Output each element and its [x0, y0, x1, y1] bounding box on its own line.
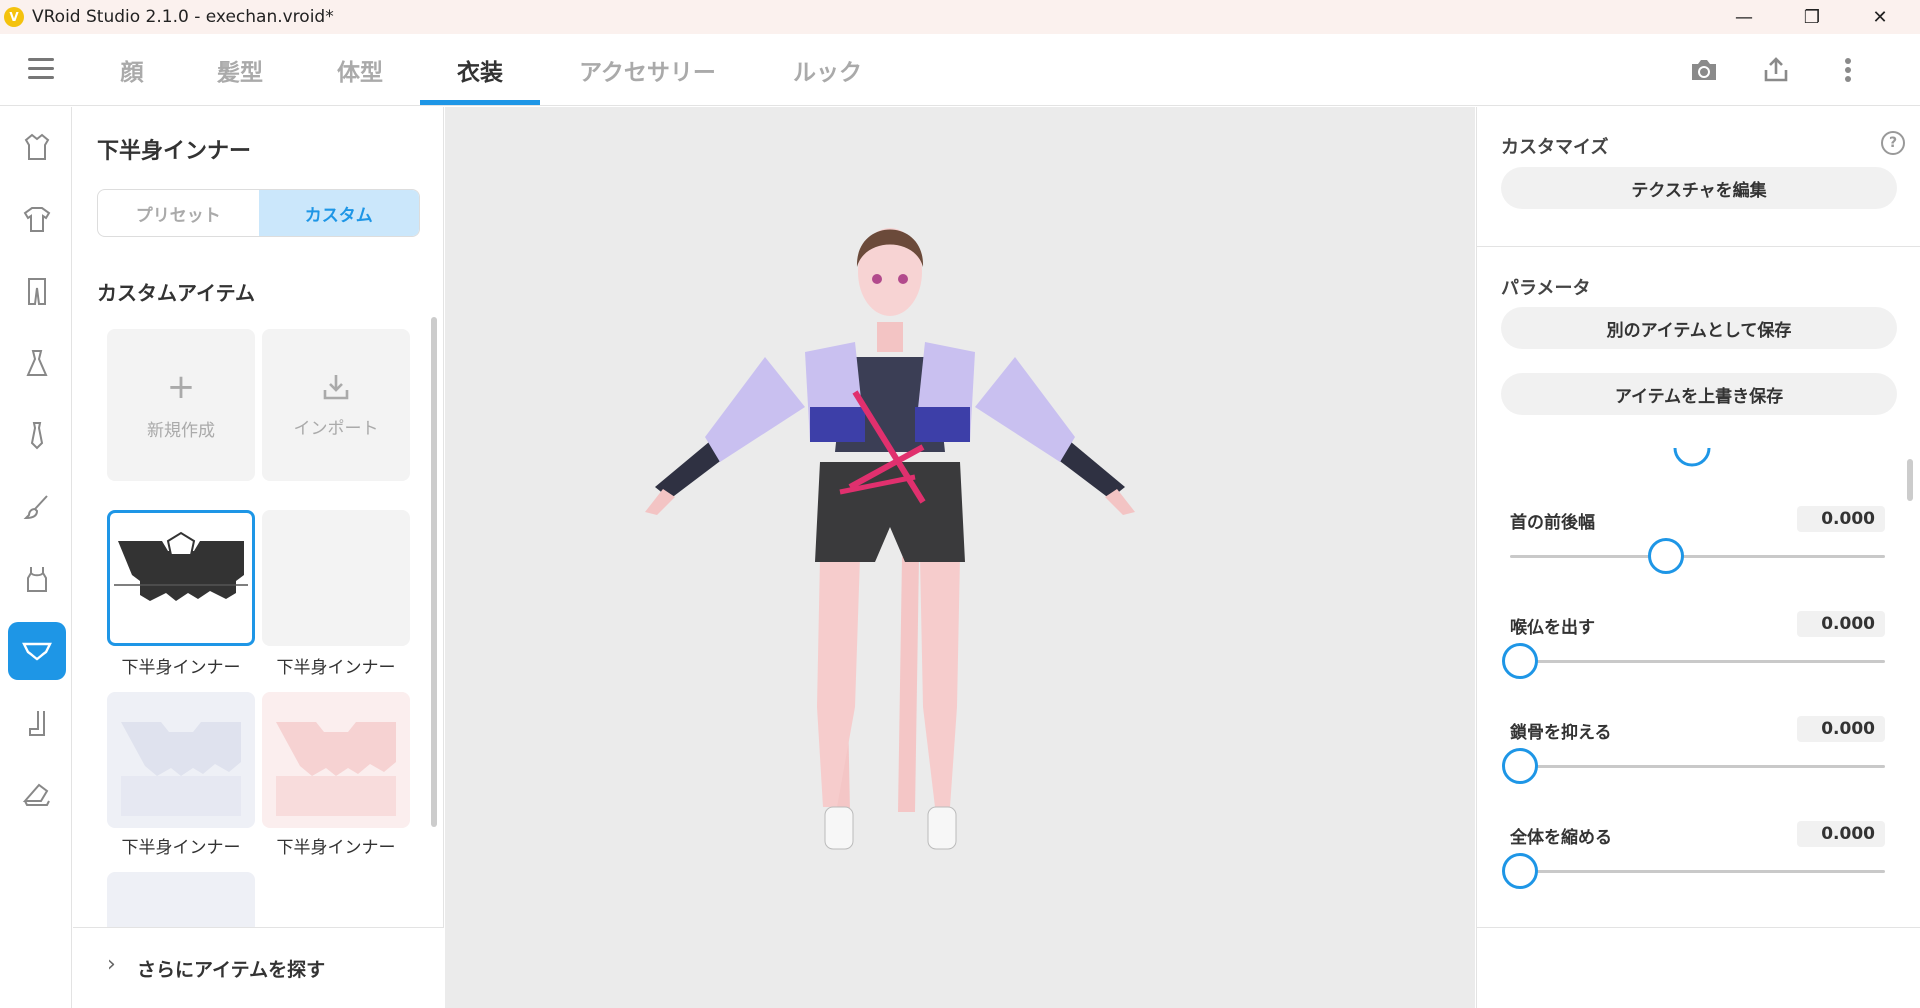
import-label: インポート: [293, 418, 379, 439]
custom-items-heading: カスタムアイテム: [97, 281, 255, 305]
texture-preview: [121, 722, 241, 816]
item-panel: 下半身インナー プリセット カスタム カスタムアイテム + 新規作成 インポート…: [73, 107, 444, 1008]
param-label: 鎖骨を抑える: [1510, 723, 1612, 743]
params-scrollbar[interactable]: [1907, 459, 1913, 501]
find-more-label: さらにアイテムを探す: [137, 959, 326, 981]
new-item-label: 新規作成: [147, 420, 215, 441]
app-logo-icon: V: [4, 7, 24, 27]
param-value[interactable]: 0.000: [1797, 821, 1885, 847]
tab-accessory[interactable]: アクセサリー: [565, 34, 730, 106]
download-icon: [323, 374, 349, 399]
param-value[interactable]: 0.000: [1797, 716, 1885, 742]
import-button[interactable]: インポート: [262, 329, 410, 481]
param-slider-knob[interactable]: [1647, 538, 1684, 574]
category-sidebar: [0, 107, 72, 1008]
close-button[interactable]: ✕: [1846, 0, 1914, 34]
title-bar: V VRoid Studio 2.1.0 - exechan.vroid* — …: [0, 0, 1920, 34]
preset-custom-toggle: プリセット カスタム: [97, 189, 420, 237]
maximize-button[interactable]: ❐: [1778, 0, 1846, 34]
save-as-new-item-button[interactable]: 別のアイテムとして保存: [1501, 307, 1897, 349]
param-slider-knob[interactable]: [1502, 643, 1538, 679]
necktie-icon[interactable]: [8, 406, 66, 464]
share-export-icon[interactable]: [1758, 52, 1794, 88]
panel-title: 下半身インナー: [97, 139, 252, 164]
item-list-scrollbar[interactable]: [431, 317, 437, 827]
item-label: 下半身インナー: [276, 838, 396, 858]
item-label: 下半身インナー: [121, 838, 241, 858]
dress-icon[interactable]: [8, 334, 66, 392]
find-more-items[interactable]: › さらにアイテムを探す: [73, 927, 444, 1008]
pants-icon[interactable]: [8, 262, 66, 320]
slider-knob-partial: [1673, 447, 1711, 467]
texture-preview: [276, 722, 396, 816]
param-value[interactable]: 0.000: [1797, 506, 1885, 532]
param-slider-knob[interactable]: [1502, 853, 1538, 889]
coat-icon[interactable]: [8, 118, 66, 176]
divider: [1477, 246, 1920, 247]
hamburger-menu-icon[interactable]: [28, 58, 54, 80]
item-thumbnail[interactable]: [262, 692, 410, 828]
tab-outfit[interactable]: 衣装: [420, 34, 540, 106]
minimize-button[interactable]: —: [1710, 0, 1778, 34]
param-slider-track[interactable]: [1510, 765, 1885, 768]
param-label: 喉仏を出す: [1510, 618, 1595, 638]
avatar-model: [645, 228, 1135, 850]
param-slider-track[interactable]: [1510, 660, 1885, 663]
active-tab-indicator: [420, 100, 540, 105]
param-slider-knob[interactable]: [1502, 748, 1538, 784]
customize-heading: カスタマイズ: [1501, 137, 1609, 158]
item-label: 下半身インナー: [121, 658, 241, 678]
texture-preview: [114, 531, 248, 601]
help-icon[interactable]: ?: [1881, 131, 1905, 155]
param-slider-track[interactable]: [1510, 870, 1885, 873]
edit-texture-button[interactable]: テクスチャを編集: [1501, 167, 1897, 209]
window-title: VRoid Studio 2.1.0 - exechan.vroid*: [32, 7, 334, 27]
brush-icon[interactable]: [8, 478, 66, 536]
top-navigation: 顔 髪型 体型 衣装 アクセサリー ルック: [0, 34, 1920, 106]
overwrite-save-button[interactable]: アイテムを上書き保存: [1501, 373, 1897, 415]
item-thumbnail[interactable]: [107, 872, 255, 927]
sock-icon[interactable]: [8, 694, 66, 752]
tshirt-icon[interactable]: [8, 190, 66, 248]
custom-tab[interactable]: カスタム: [258, 190, 419, 236]
item-thumbnail[interactable]: [262, 510, 410, 646]
underwear-icon[interactable]: [8, 622, 66, 680]
item-thumbnail[interactable]: [107, 510, 255, 646]
param-label: 首の前後幅: [1510, 513, 1595, 533]
param-label: 全体を縮める: [1510, 828, 1612, 848]
more-vert-icon[interactable]: [1830, 52, 1866, 88]
shoe-icon[interactable]: [8, 766, 66, 824]
tab-body[interactable]: 体型: [320, 34, 400, 106]
preset-tab[interactable]: プリセット: [98, 190, 259, 236]
param-value[interactable]: 0.000: [1797, 611, 1885, 637]
tanktop-icon[interactable]: [8, 550, 66, 608]
customize-panel: カスタマイズ ? テクスチャを編集 パラメータ 別のアイテムとして保存 アイテム…: [1476, 107, 1920, 1008]
chevron-right-icon: ›: [107, 952, 116, 977]
tab-look[interactable]: ルック: [780, 34, 875, 106]
parameters-heading: パラメータ: [1501, 278, 1591, 299]
tab-face[interactable]: 顔: [100, 34, 164, 106]
tab-hairstyle[interactable]: 髪型: [200, 34, 280, 106]
param-slider-track[interactable]: [1510, 555, 1885, 558]
plus-icon: +: [166, 366, 196, 407]
new-item-button[interactable]: + 新規作成: [107, 329, 255, 481]
model-viewport[interactable]: [445, 107, 1475, 1008]
divider: [1477, 927, 1920, 928]
item-label: 下半身インナー: [276, 658, 396, 678]
item-thumbnail[interactable]: [107, 692, 255, 828]
camera-icon[interactable]: [1686, 52, 1722, 88]
